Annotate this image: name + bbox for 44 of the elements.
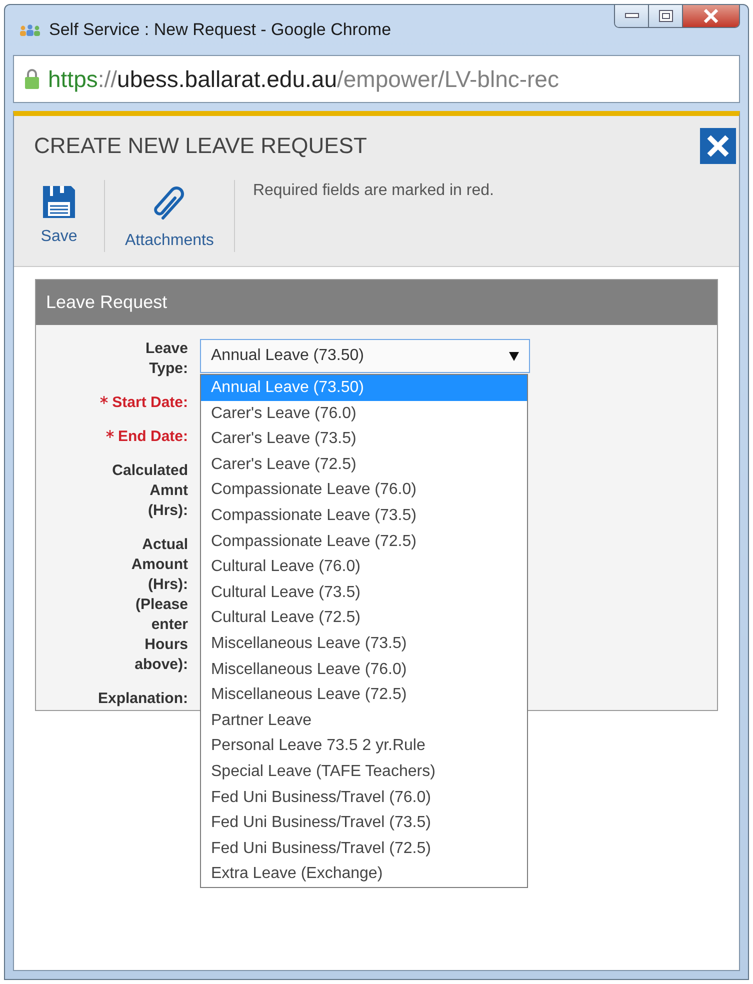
- attachments-button[interactable]: Attachments: [113, 178, 226, 256]
- dropdown-option[interactable]: Fed Uni Business/Travel (76.0): [201, 784, 527, 810]
- dropdown-option[interactable]: Carer's Leave (73.5): [201, 426, 527, 452]
- minimize-button[interactable]: [615, 5, 649, 27]
- close-button[interactable]: [683, 5, 739, 27]
- field-label: Explanation:: [98, 689, 188, 709]
- dropdown-option[interactable]: Compassionate Leave (72.5): [201, 528, 527, 554]
- dropdown-option[interactable]: Special Leave (TAFE Teachers): [201, 758, 527, 784]
- required-note: Required fields are marked in red.: [252, 181, 495, 201]
- dropdown-option[interactable]: Compassionate Leave (73.5): [201, 502, 527, 529]
- dropdown-option[interactable]: Partner Leave: [201, 708, 527, 734]
- leave-type-dropdown[interactable]: Annual Leave (73.50): [200, 339, 530, 373]
- dropdown-option[interactable]: Cultural Leave (73.5): [201, 580, 527, 606]
- dropdown-option[interactable]: Carer's Leave (76.0): [201, 400, 527, 426]
- dropdown-option[interactable]: Cultural Leave (76.0): [201, 554, 527, 580]
- field-label: Leave Type:: [145, 339, 188, 379]
- dropdown-option[interactable]: Personal Leave 73.5 2 yr.Rule: [201, 733, 527, 759]
- close-icon: [705, 133, 731, 159]
- dropdown-option[interactable]: Extra Leave (Exchange): [201, 861, 527, 887]
- dropdown-option[interactable]: Fed Uni Business/Travel (73.5): [201, 810, 527, 836]
- maximize-button[interactable]: [649, 5, 683, 27]
- dropdown-option[interactable]: Compassionate Leave (76.0): [201, 477, 527, 503]
- field-label: End Date:: [118, 427, 188, 447]
- window-title: Self Service : New Request - Google Chrome: [49, 20, 392, 40]
- lock-icon: [24, 68, 40, 90]
- dropdown-option[interactable]: Cultural Leave (72.5): [201, 605, 527, 631]
- dialog-title: CREATE NEW LEAVE REQUEST: [34, 133, 367, 159]
- maximize-icon: [658, 10, 672, 22]
- dropdown-option[interactable]: Miscellaneous Leave (76.0): [201, 656, 527, 682]
- panel-title: Leave Request: [46, 292, 168, 312]
- caret-icon: [509, 352, 519, 360]
- address-bar[interactable]: https://ubess.ballarat.edu.au/empower/LV-blnc-rec: [13, 55, 740, 103]
- dropdown-option[interactable]: Fed Uni Business/Travel (72.5): [201, 836, 527, 862]
- field-label: Start Date:: [112, 393, 188, 413]
- minimize-icon: [624, 13, 638, 19]
- dropdown-option[interactable]: Miscellaneous Leave (73.5): [201, 630, 527, 657]
- save-button[interactable]: Save: [22, 178, 96, 252]
- people-icon: [19, 24, 41, 36]
- dropdown-option[interactable]: Miscellaneous Leave (72.5): [201, 682, 527, 708]
- close-icon: [703, 9, 719, 23]
- field-label: Calculated Amnt (Hrs):: [112, 461, 188, 521]
- close-button[interactable]: [700, 128, 736, 164]
- dropdown-option[interactable]: Carer's Leave (72.5): [201, 452, 527, 478]
- field-label: Actual Amount (Hrs): (Please enter Hours above):: [131, 535, 188, 675]
